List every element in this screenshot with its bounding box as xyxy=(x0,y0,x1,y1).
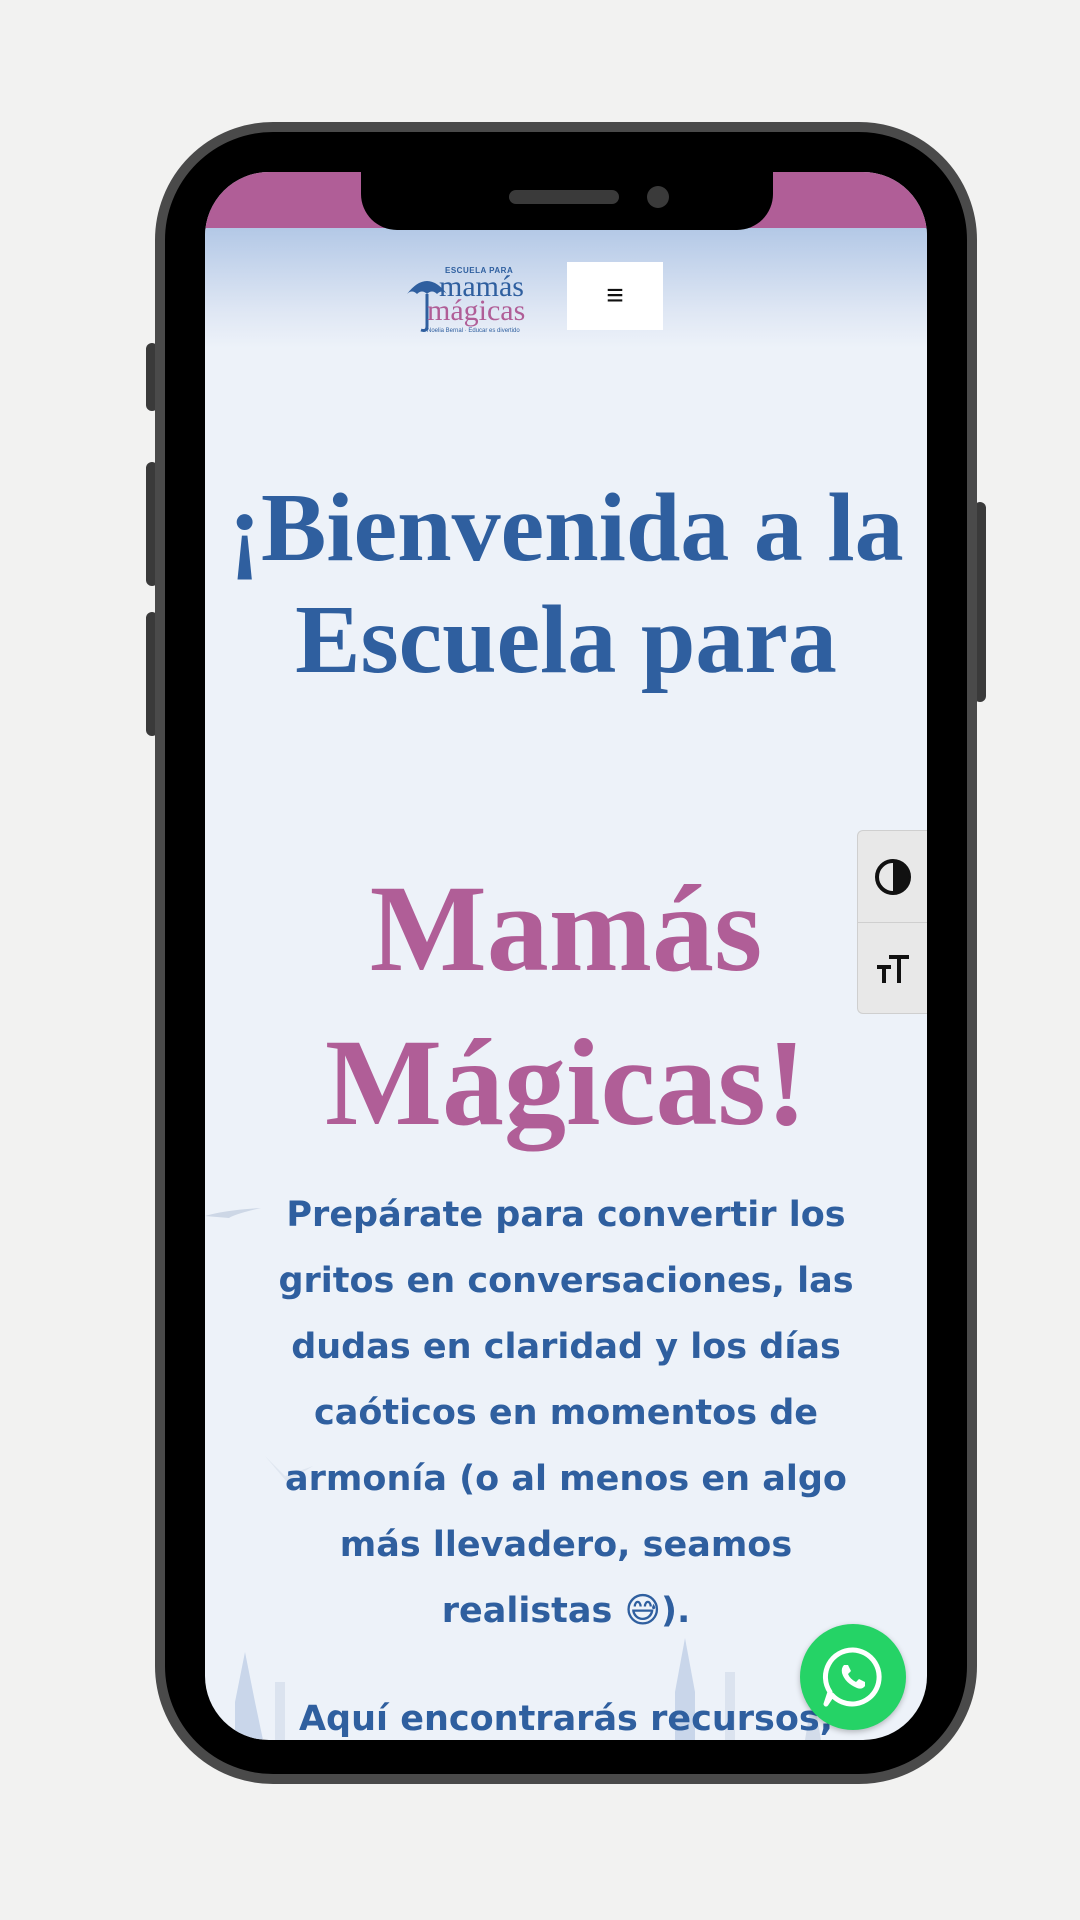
site-header: ESCUELA PARA mamás mágicas Noelia Bernal… xyxy=(205,228,927,348)
phone-notch xyxy=(361,172,773,230)
hero-paragraph: Prepárate para convertir los gritos en c… xyxy=(278,1195,854,1631)
decorative-bird xyxy=(205,1208,261,1218)
hero-title-highlight: Mamás Mágicas! xyxy=(324,860,808,1151)
site-logo[interactable]: ESCUELA PARA mamás mágicas Noelia Bernal… xyxy=(405,266,555,338)
phone-screen: ESCUELA PARA mamás mágicas Noelia Bernal… xyxy=(205,172,927,1740)
phone-camera xyxy=(647,186,669,208)
whatsapp-chat-button[interactable] xyxy=(800,1624,906,1730)
accessibility-toolbar xyxy=(857,830,927,1014)
logo-word-magicas: mágicas xyxy=(427,294,526,327)
text-size-icon xyxy=(876,954,909,983)
hero-title: ¡Bienvenida a la Escuela para xyxy=(228,474,904,694)
contrast-icon xyxy=(874,858,911,895)
phone-speaker xyxy=(509,190,619,204)
whatsapp-icon xyxy=(822,1647,882,1707)
hamburger-menu-button[interactable]: ≡ xyxy=(567,262,663,330)
contrast-toggle-button[interactable] xyxy=(858,831,927,922)
hero-paragraph-2: Aquí encontrarás recursos, xyxy=(298,1699,834,1739)
hamburger-icon: ≡ xyxy=(606,279,624,312)
logo-tagline: Noelia Bernal · Educar es divertido xyxy=(427,328,520,334)
text-size-button[interactable] xyxy=(858,922,927,1014)
